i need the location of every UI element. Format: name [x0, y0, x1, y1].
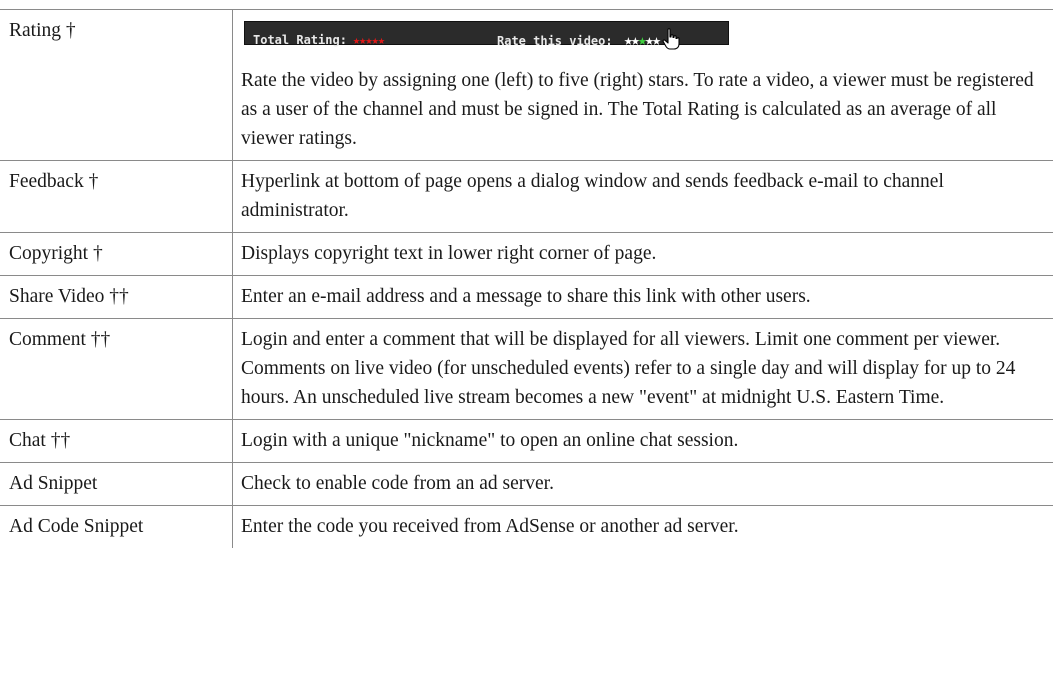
- chat-description: Login with a unique "nickname" to open a…: [241, 430, 739, 451]
- description-cell: Enter the code you received from AdSense…: [232, 505, 1053, 548]
- rate-star-hover-icon[interactable]: ★: [638, 31, 647, 49]
- description-cell: Login and enter a comment that will be d…: [232, 318, 1053, 420]
- copyright-description: Displays copyright text in lower right c…: [241, 243, 657, 264]
- term-cell: Rating †: [0, 9, 233, 161]
- rating-widget-screenshot: Total Rating: ★★★★★ Rate this video: ★★★★…: [244, 21, 729, 50]
- rate-stars-icon[interactable]: ★★★★★: [624, 31, 661, 49]
- comment-description: Login and enter a comment that will be d…: [241, 329, 1016, 408]
- term-cell: Chat ††: [0, 419, 233, 463]
- term-label: Ad Code Snippet: [9, 516, 144, 537]
- table-row-comment: Comment †† Login and enter a comment tha…: [0, 318, 1053, 420]
- description-cell: Total Rating: ★★★★★ Rate this video: ★★★★…: [232, 9, 1053, 161]
- ad-code-snippet-description: Enter the code you received from AdSense…: [241, 516, 739, 537]
- description-cell: Displays copyright text in lower right c…: [232, 232, 1053, 276]
- table-row-copyright: Copyright † Displays copyright text in l…: [0, 232, 1053, 276]
- total-rating-stars-icon: ★★★★★: [352, 33, 385, 47]
- term-cell: Ad Snippet: [0, 462, 233, 506]
- table-row-rating: Rating † Total Rating: ★★★★★ Rate this vi…: [0, 9, 1053, 161]
- description-cell: Check to enable code from an ad server.: [232, 462, 1053, 506]
- term-label: Share Video ††: [9, 286, 129, 307]
- description-cell: Enter an e-mail address and a message to…: [232, 275, 1053, 319]
- total-rating-label: Total Rating:: [253, 33, 347, 47]
- term-label: Feedback †: [9, 171, 99, 192]
- feedback-description: Hyperlink at bottom of page opens a dial…: [241, 171, 944, 221]
- hand-pointer-icon: [662, 28, 680, 50]
- table-row-feedback: Feedback † Hyperlink at bottom of page o…: [0, 160, 1053, 233]
- ad-snippet-description: Check to enable code from an ad server.: [241, 473, 554, 494]
- rate-star-icon[interactable]: ★★: [624, 31, 640, 49]
- table-row-ad-snippet: Ad Snippet Check to enable code from an …: [0, 462, 1053, 506]
- term-label: Rating †: [9, 20, 76, 41]
- description-cell: Hyperlink at bottom of page opens a dial…: [232, 160, 1053, 233]
- rate-video-label: Rate this video:: [497, 34, 613, 48]
- table-row-ad-code-snippet: Ad Code Snippet Enter the code you recei…: [0, 505, 1053, 548]
- term-label: Comment ††: [9, 329, 111, 350]
- total-rating: Total Rating: ★★★★★: [253, 26, 385, 55]
- rating-description: Rate the video by assigning one (left) t…: [241, 70, 1034, 149]
- term-label: Copyright †: [9, 243, 103, 264]
- term-cell: Feedback †: [0, 160, 233, 233]
- term-cell: Share Video ††: [0, 275, 233, 319]
- term-cell: Copyright †: [0, 232, 233, 276]
- table-row-share-video: Share Video †† Enter an e-mail address a…: [0, 275, 1053, 319]
- table-row-chat: Chat †† Login with a unique "nickname" t…: [0, 419, 1053, 463]
- share-video-description: Enter an e-mail address and a message to…: [241, 286, 811, 307]
- description-cell: Login with a unique "nickname" to open a…: [232, 419, 1053, 463]
- term-label: Ad Snippet: [9, 473, 98, 494]
- term-cell: Comment ††: [0, 318, 233, 420]
- options-table: Rating † Total Rating: ★★★★★ Rate this vi…: [0, 9, 1053, 548]
- term-cell: Ad Code Snippet: [0, 505, 233, 548]
- term-label: Chat ††: [9, 430, 71, 451]
- rate-star-icon[interactable]: ★★: [645, 31, 661, 49]
- rate-this-video: Rate this video: ★★★★★: [497, 26, 661, 56]
